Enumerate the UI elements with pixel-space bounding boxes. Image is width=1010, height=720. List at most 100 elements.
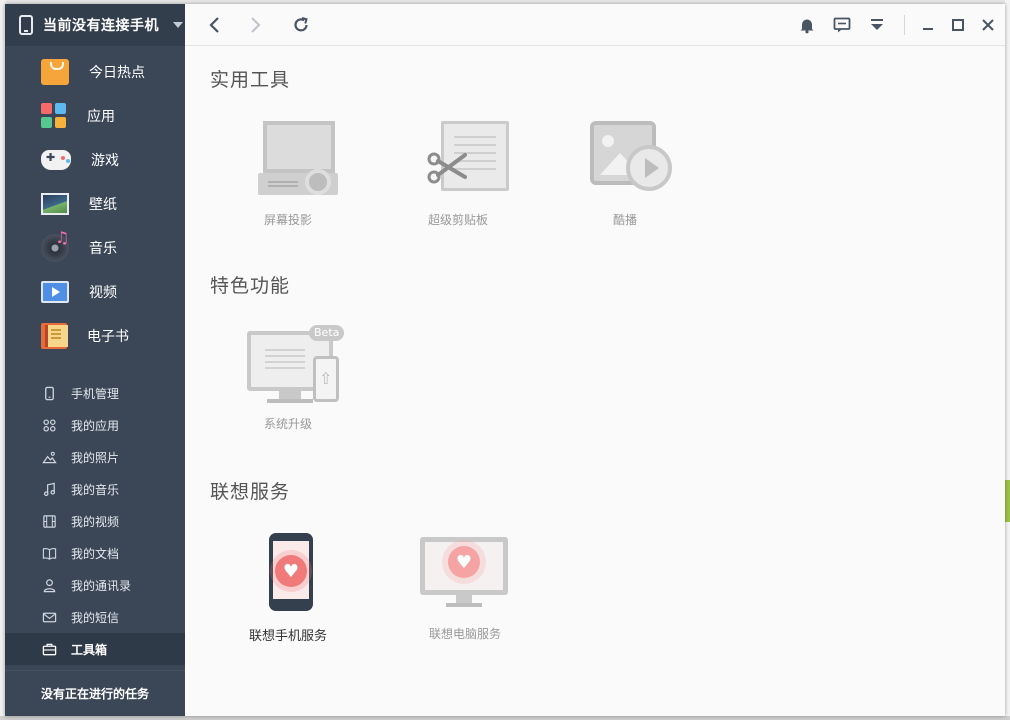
tool-lenovo-pc-service[interactable]: ♥ 联想电脑服务 <box>410 537 520 642</box>
lenovo-pc-icon: ♥ <box>410 537 520 623</box>
scissors-icon <box>427 152 467 184</box>
sidebar-item-my-photos[interactable]: 我的照片 <box>5 441 185 473</box>
pc-stand-shape <box>456 595 472 603</box>
sidebar-item-label: 我的照片 <box>71 450 120 465</box>
sidebar-item-label: 应用 <box>87 109 115 125</box>
toolbar <box>185 4 1005 46</box>
refresh-button[interactable] <box>289 13 313 37</box>
caret-down-icon[interactable] <box>173 22 183 28</box>
sidebar-item-label: 我的应用 <box>71 418 120 433</box>
sidebar-item-phone-manage[interactable]: 手机管理 <box>5 377 185 409</box>
pc-monitor-shape: ♥ <box>420 537 508 595</box>
music-note-icon <box>41 481 57 497</box>
sidebar-item-wallpaper[interactable]: 壁纸 <box>5 182 185 226</box>
chevron-left-icon <box>209 17 219 33</box>
phone-icon <box>19 15 33 35</box>
monitor-foot-shape <box>267 399 313 403</box>
sidebar-item-label: 壁纸 <box>89 197 117 213</box>
sidebar-item-label: 电子书 <box>87 329 129 345</box>
sidebar-item-games[interactable]: 游戏 <box>5 138 185 182</box>
contact-icon <box>41 577 57 593</box>
sidebar-item-label: 我的视频 <box>71 514 120 529</box>
media-play-icon <box>570 119 680 205</box>
desktop-right-edge <box>1005 0 1010 720</box>
maximize-icon <box>952 19 964 31</box>
sidebar-item-apps[interactable]: 应用 <box>5 94 185 138</box>
play-button-shape <box>626 145 672 191</box>
tool-label: 系统升级 <box>263 417 312 431</box>
tool-label: 屏幕投影 <box>263 213 312 227</box>
phone-manage-icon <box>41 385 57 401</box>
sidebar-item-label: 我的音乐 <box>71 482 120 497</box>
section-title-features: 特色功能 <box>210 275 291 297</box>
sidebar-item-label: 视频 <box>89 285 117 301</box>
my-apps-icon <box>41 417 57 433</box>
sidebar-item-toolbox[interactable]: 工具箱 <box>5 633 185 665</box>
sidebar-item-my-apps[interactable]: 我的应用 <box>5 409 185 441</box>
sidebar-item-my-sms[interactable]: 我的短信 <box>5 601 185 633</box>
clipboard-icon <box>403 119 513 205</box>
sidebar-item-label: 我的短信 <box>71 610 120 625</box>
game-icon <box>41 150 71 170</box>
notification-button[interactable] <box>795 13 819 37</box>
minimize-button[interactable] <box>916 13 940 37</box>
sidebar-item-label: 游戏 <box>91 153 119 169</box>
task-status[interactable]: 没有正在进行的任务 <box>5 670 185 716</box>
section-title-tools: 实用工具 <box>210 69 291 91</box>
sidebar-item-label: 音乐 <box>89 241 117 257</box>
sub-nav: 手机管理 我的应用 我的照片 我的音乐 我的视频 我的文档 我的通讯录 我的短信… <box>5 377 185 665</box>
tool-label: 联想手机服务 <box>248 629 327 644</box>
message-icon <box>833 17 851 33</box>
wallpaper-icon <box>41 193 69 215</box>
sidebar-divider <box>5 366 185 367</box>
main-nav: 今日热点 应用 游戏 壁纸 音乐 视频 <box>5 46 185 358</box>
mail-icon <box>41 609 57 625</box>
close-button[interactable] <box>976 13 1000 37</box>
sidebar-item-hot[interactable]: 今日热点 <box>5 50 185 94</box>
heart-icon: ♥ <box>275 555 307 587</box>
tool-kubo[interactable]: 酷播 <box>570 119 680 228</box>
back-button[interactable] <box>203 13 227 37</box>
phone-screen-shape: ♥ <box>273 541 309 599</box>
maximize-button[interactable] <box>946 13 970 37</box>
system-upgrade-icon: Beta <box>233 323 345 409</box>
toolbox-icon <box>41 641 57 657</box>
desktop-green-block <box>1005 480 1010 522</box>
sidebar-item-my-contacts[interactable]: 我的通讯录 <box>5 569 185 601</box>
projector-icon <box>233 119 343 205</box>
tool-lenovo-phone-service[interactable]: ♥ 联想手机服务 <box>233 533 343 644</box>
sidebar-item-label: 我的文档 <box>71 546 120 561</box>
sidebar-item-video[interactable]: 视频 <box>5 270 185 314</box>
music-icon <box>41 228 69 262</box>
sidebar-item-music[interactable]: 音乐 <box>5 226 185 270</box>
hot-icon <box>41 59 69 85</box>
desktop-bottom-edge <box>0 716 1010 720</box>
sidebar-item-label: 今日热点 <box>89 65 145 81</box>
phone-shape: ♥ <box>269 533 313 611</box>
tool-screen-projection[interactable]: 屏幕投影 <box>233 119 343 228</box>
chevron-right-icon <box>251 17 261 33</box>
minimize-icon <box>923 28 933 30</box>
sidebar: 当前没有连接手机 今日热点 应用 游戏 壁纸 音乐 <box>5 4 185 716</box>
tool-label: 超级剪贴板 <box>427 213 488 227</box>
lenovo-phone-icon: ♥ <box>233 533 343 619</box>
main-content: 实用工具 屏幕投影 超级剪贴板 酷播 特色功能 ⇧ Beta 系统升级 联想服务… <box>185 47 1005 716</box>
menu-button[interactable] <box>865 13 889 37</box>
device-selector[interactable]: 当前没有连接手机 <box>5 4 185 46</box>
ebook-icon <box>41 323 68 349</box>
film-icon <box>41 513 57 529</box>
tool-system-upgrade[interactable]: Beta 系统升级 <box>233 323 345 432</box>
device-label: 当前没有连接手机 <box>43 18 159 34</box>
message-button[interactable] <box>830 13 854 37</box>
forward-button[interactable] <box>243 13 267 37</box>
sidebar-item-my-docs[interactable]: 我的文档 <box>5 537 185 569</box>
sidebar-item-my-videos[interactable]: 我的视频 <box>5 505 185 537</box>
toolbar-separator <box>904 15 905 35</box>
sidebar-item-ebook[interactable]: 电子书 <box>5 314 185 358</box>
sidebar-item-label: 手机管理 <box>71 386 120 401</box>
close-icon <box>982 19 994 31</box>
monitor-stand-shape <box>279 391 301 399</box>
tool-super-clipboard[interactable]: 超级剪贴板 <box>403 119 513 228</box>
apps-icon <box>41 103 67 129</box>
sidebar-item-my-music[interactable]: 我的音乐 <box>5 473 185 505</box>
